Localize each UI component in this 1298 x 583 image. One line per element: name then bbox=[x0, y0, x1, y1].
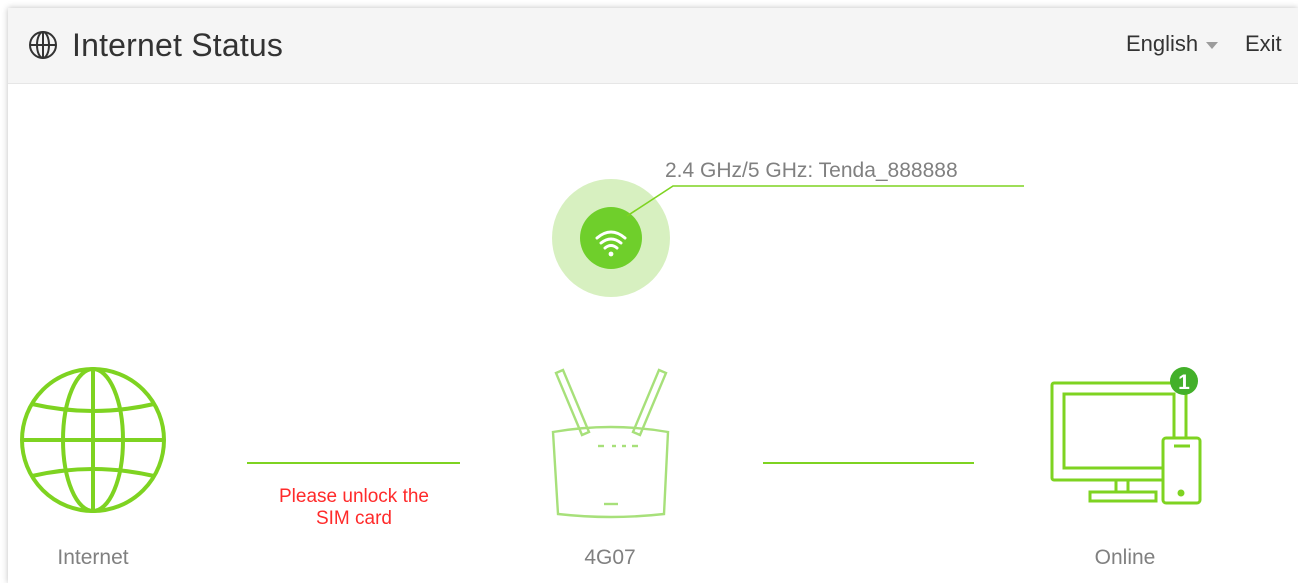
internet-status-panel: Internet Status English Exit 1 2.4 GHz/5… bbox=[8, 8, 1298, 583]
sim-warning[interactable]: Please unlock the SIM card bbox=[247, 486, 461, 530]
router-icon bbox=[551, 368, 670, 519]
online-label: Online bbox=[1094, 546, 1156, 569]
online-count: 1 bbox=[1178, 371, 1190, 394]
devices-icon bbox=[1050, 381, 1202, 505]
online-count-badge: 1 bbox=[1170, 367, 1198, 395]
sim-warning-line-1: Please unlock the bbox=[279, 486, 429, 507]
network-diagram: 1 bbox=[20, 179, 1202, 519]
wifi-node[interactable] bbox=[552, 179, 670, 297]
ssid-leader-line bbox=[626, 185, 1024, 217]
sim-warning-line-2: SIM card bbox=[315, 508, 393, 529]
wifi-dot bbox=[608, 251, 614, 257]
wifi-ssid-label: 2.4 GHz/5 GHz: Tenda_888888 bbox=[665, 159, 958, 182]
internet-label: Internet bbox=[57, 546, 129, 569]
router-label: 4G07 bbox=[584, 546, 636, 569]
globe-icon bbox=[20, 367, 166, 513]
